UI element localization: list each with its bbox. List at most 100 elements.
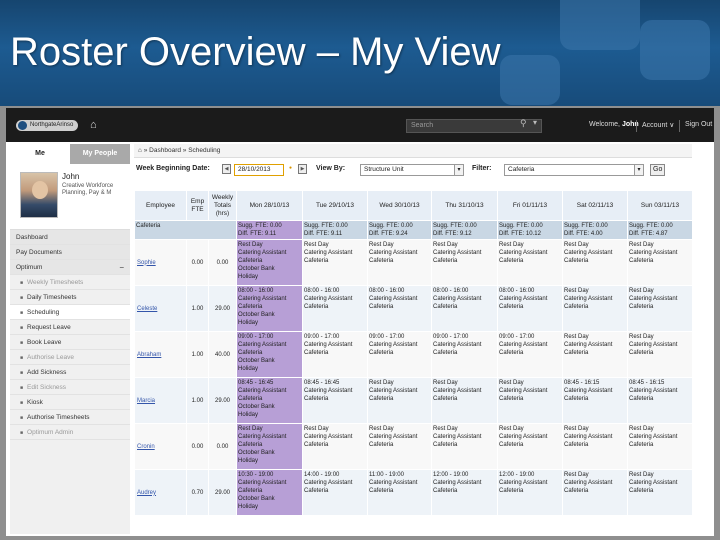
sidebar-item-optimum[interactable]: Optimum −	[10, 260, 130, 275]
shift-line: Cafeteria	[564, 442, 589, 448]
shift-line: Cafeteria	[238, 258, 263, 264]
shift-line: Cafeteria	[433, 304, 458, 310]
filter-select[interactable]: Cafeteria ▾	[504, 164, 644, 176]
chevron-down-icon[interactable]: ▾	[533, 118, 537, 127]
sidebar-item-scheduling[interactable]: Scheduling	[10, 305, 130, 320]
shift-cell[interactable]: Rest Day Catering Assistant Cafeteria	[367, 377, 432, 424]
shift-cell[interactable]: 11:00 - 19:00 Catering Assistant Cafeteria	[367, 469, 432, 516]
view-by-select[interactable]: Structure Unit ▾	[360, 164, 464, 176]
table-row: Sophie 0.00 0.00 Rest Day Catering Assistant…	[134, 239, 693, 286]
shift-cell[interactable]: Rest Day Catering Assistant Cafeteria	[562, 423, 628, 470]
shift-line: October Bank	[238, 404, 275, 410]
shift-cell[interactable]: Rest Day Catering Assistant Cafeteria	[497, 239, 563, 286]
column-header: Fri 01/11/13	[497, 190, 563, 221]
shift-cell[interactable]: Rest Day Catering Assistant Cafeteria	[627, 331, 693, 378]
next-week-icon[interactable]: ▶	[298, 164, 307, 174]
search-icon[interactable]: ⚲	[520, 118, 527, 129]
shift-cell[interactable]: Rest Day Catering Assistant Cafeteria	[497, 423, 563, 470]
sidebar-item-book-leave[interactable]: Book Leave	[10, 335, 130, 350]
shift-cell[interactable]: 08:45 - 16:45 Catering Assistant Cafeteria	[302, 377, 368, 424]
sidebar-item-authorise-timesheets[interactable]: Authorise Timesheets	[10, 410, 130, 425]
shift-line: Catering Assistant	[629, 296, 678, 302]
profile-name: John	[62, 172, 80, 181]
shift-cell[interactable]: 08:00 - 16:00 Catering Assistant Cafeteria	[367, 285, 432, 332]
sidebar-item-request-leave[interactable]: Request Leave	[10, 320, 130, 335]
collapse-icon[interactable]: −	[119, 260, 124, 274]
shift-cell[interactable]: 08:00 - 16:00 Catering Assistant Cafeteria	[497, 285, 563, 332]
week-date-input[interactable]: 28/10/2013	[234, 164, 284, 176]
shift-line: Rest Day	[433, 242, 458, 248]
shift-cell[interactable]: Rest Day Catering Assistant Cafeteria	[627, 285, 693, 332]
home-icon[interactable]: ⌂	[90, 119, 97, 131]
shift-cell[interactable]: 12:00 - 19:00 Catering Assistant Cafeteria	[431, 469, 498, 516]
sidebar-item-dashboard[interactable]: Dashboard	[10, 230, 130, 245]
shift-cell[interactable]: 12:00 - 19:00 Catering Assistant Cafeteria	[497, 469, 563, 516]
shift-cell[interactable]: Rest Day Catering Assistant Cafeteria	[431, 423, 498, 470]
shift-cell[interactable]: Rest Day Catering Assistant Cafeteria	[497, 377, 563, 424]
shift-cell[interactable]: Rest Day Catering Assistant Cafeteria	[627, 423, 693, 470]
fte-summary-text: Sugg. FTE: 0.00	[629, 223, 673, 229]
shift-cell[interactable]: 08:45 - 16:45 Catering Assistant Cafeteria…	[236, 377, 303, 424]
shift-cell[interactable]: Rest Day Catering Assistant Cafeteria	[367, 239, 432, 286]
shift-cell[interactable]: 09:00 - 17:00 Catering Assistant Cafeteria…	[236, 331, 303, 378]
shift-cell[interactable]: Rest Day Catering Assistant Cafeteria	[562, 331, 628, 378]
shift-cell[interactable]: Rest Day Catering Assistant Cafeteria	[562, 239, 628, 286]
shift-line: Cafeteria	[369, 442, 394, 448]
breadcrumb-path[interactable]: » Dashboard » Scheduling	[144, 147, 221, 154]
shift-line: Catering Assistant	[238, 296, 287, 302]
shift-cell[interactable]: 09:00 - 17:00 Catering Assistant Cafeteria	[431, 331, 498, 378]
shift-cell[interactable]: 09:00 - 17:00 Catering Assistant Cafeteria	[367, 331, 432, 378]
weekly-total-cell: 29.00	[208, 469, 237, 516]
shift-cell[interactable]: Rest Day Catering Assistant Cafeteria	[302, 423, 368, 470]
shift-cell[interactable]: Rest Day Catering Assistant Cafeteria	[431, 377, 498, 424]
app-topbar: NorthgateArinso ⌂ Search ⚲ ▾ Welcome, Jo…	[6, 108, 714, 142]
column-header: Emp FTE	[186, 190, 209, 221]
shift-cell[interactable]: 08:00 - 16:00 Catering Assistant Cafeteria…	[236, 285, 303, 332]
shift-cell[interactable]: Rest Day Catering Assistant Cafeteria	[627, 239, 693, 286]
sidebar-item-daily-timesheets[interactable]: Daily Timesheets	[10, 290, 130, 305]
shift-line: Cafeteria	[369, 488, 394, 494]
shift-cell[interactable]: Rest Day Catering Assistant Cafeteria	[302, 239, 368, 286]
employee-link[interactable]: Celeste	[134, 285, 187, 332]
shift-cell[interactable]: Rest Day Catering Assistant Cafeteria	[627, 469, 693, 516]
sign-out-link[interactable]: Sign Out	[685, 121, 712, 128]
shift-cell[interactable]: Rest Day Catering Assistant Cafeteria Octob…	[236, 423, 303, 470]
employee-link[interactable]: Sophie	[134, 239, 187, 286]
shift-cell[interactable]: 09:00 - 17:00 Catering Assistant Cafeteria	[302, 331, 368, 378]
shift-cell[interactable]: Rest Day Catering Assistant Cafeteria	[562, 285, 628, 332]
home-icon[interactable]: ⌂	[138, 147, 142, 154]
shift-line: 11:00 - 19:00	[369, 472, 404, 478]
tab-me[interactable]: Me	[10, 144, 70, 164]
shift-cell[interactable]: 08:45 - 16:15 Catering Assistant Cafeteria	[562, 377, 628, 424]
shift-cell[interactable]: 10:30 - 19:00 Catering Assistant Cafeteria…	[236, 469, 303, 516]
shift-line: Rest Day	[629, 288, 654, 294]
shift-line: Rest Day	[629, 242, 654, 248]
employee-link[interactable]: Cronin	[134, 423, 187, 470]
account-menu[interactable]: Account ∨	[642, 121, 674, 129]
shift-cell[interactable]: Rest Day Catering Assistant Cafeteria	[367, 423, 432, 470]
shift-cell[interactable]: 08:00 - 16:00 Catering Assistant Cafeteria	[431, 285, 498, 332]
shift-line: Cafeteria	[304, 442, 329, 448]
shift-cell[interactable]: 08:45 - 16:15 Catering Assistant Cafeteria	[627, 377, 693, 424]
sidebar-item-add-sickness[interactable]: Add Sickness	[10, 365, 130, 380]
shift-cell[interactable]: Rest Day Catering Assistant Cafeteria	[431, 239, 498, 286]
shift-cell[interactable]: 09:00 - 17:00 Catering Assistant Cafeteria	[497, 331, 563, 378]
shift-cell[interactable]: Rest Day Catering Assistant Cafeteria	[562, 469, 628, 516]
employee-link[interactable]: Audrey	[134, 469, 187, 516]
tab-my-people[interactable]: My People	[70, 144, 130, 164]
fte-summary-text: Diff. FTE: 4.87	[629, 231, 668, 237]
employee-link[interactable]: Abraham	[134, 331, 187, 378]
calendar-icon[interactable]: ●	[286, 164, 295, 174]
shift-cell[interactable]: Rest Day Catering Assistant Cafeteria Octob…	[236, 239, 303, 286]
shift-line: Rest Day	[238, 242, 263, 248]
shift-line: Catering Assistant	[564, 480, 613, 486]
sidebar-item-pay-documents[interactable]: Pay Documents	[10, 245, 130, 260]
prev-week-icon[interactable]: ◀	[222, 164, 231, 174]
shift-cell[interactable]: 14:00 - 19:00 Catering Assistant Cafeteria	[302, 469, 368, 516]
shift-line: Catering Assistant	[499, 342, 548, 348]
shift-cell[interactable]: 08:00 - 16:00 Catering Assistant Cafeteria	[302, 285, 368, 332]
sidebar-item-kiosk[interactable]: Kiosk	[10, 395, 130, 410]
go-button[interactable]: Go	[650, 164, 666, 176]
divider	[679, 120, 680, 132]
employee-link[interactable]: Marcia	[134, 377, 187, 424]
